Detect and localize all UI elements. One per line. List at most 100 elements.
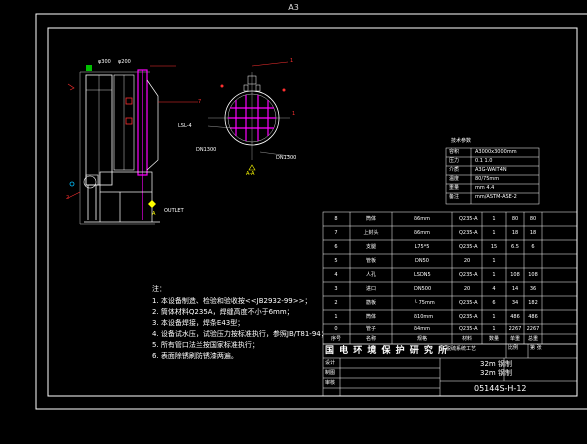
bom-cell: 18 (529, 230, 537, 236)
spec-row-value: mm 4.4 (475, 185, 495, 191)
spec-row-key: 温度 (449, 176, 460, 182)
bom-cell: 18 (511, 230, 519, 236)
bom-cell: 1 (492, 314, 496, 320)
leader-7: 7 (198, 99, 202, 105)
notes-title: 注： (152, 285, 166, 293)
callout-lsl: LSL-4 (178, 123, 192, 129)
bom-header-cell: 总重 (527, 336, 538, 342)
bom-cell: 3 (334, 286, 338, 292)
leader-1: 1 (290, 58, 294, 64)
spec-row-value: 0.1 1.0 (475, 158, 493, 164)
bom-cell: δ6mm (414, 216, 430, 222)
bom-cell: 6 (492, 300, 496, 306)
bom-cell: 1 (334, 314, 338, 320)
bom-cell: Q235-A (459, 326, 478, 332)
role-draw: 制图 (325, 370, 336, 376)
bom-cell: 管板 (365, 258, 376, 264)
bom-cell: 1 (492, 230, 496, 236)
scale-label: 比例 (508, 345, 519, 351)
bom-cell: 筒体 (365, 314, 376, 320)
bom-header-cell: 规格 (416, 336, 427, 342)
bom-cell: DN500 (414, 286, 432, 292)
bom-cell: Q235-A (459, 300, 478, 306)
bom-cell: 34 (511, 300, 519, 306)
spec-row-key: 容积 (449, 149, 460, 155)
bom-cell: L75*5 (414, 244, 430, 250)
bom-cell: 进口 (365, 286, 376, 292)
note-line: 1. 本设备制造、检验和验收按<<JB2932-99>>； (152, 297, 312, 305)
bom-cell: 2 (334, 300, 338, 306)
spec-row-key: 备注 (449, 194, 460, 200)
spec-row-value: 80/75mm (475, 176, 500, 182)
product-line-2: 32m 钢制 (480, 369, 512, 377)
bom-cell: 6.5 (511, 244, 519, 250)
bom-header-cell: 名称 (365, 336, 376, 342)
bom-header-cell: 材料 (461, 336, 472, 342)
bom-cell: 上封头 (363, 230, 379, 236)
bom-cell: 486 (510, 314, 520, 320)
sheet-label: 第 张 (530, 345, 542, 351)
bom-cell: 0 (334, 326, 338, 332)
bom-cell: 80 (511, 216, 519, 222)
bom-cell: 8 (334, 216, 338, 222)
bom-header-cell: 单重 (509, 336, 520, 342)
bom-cell: 1 (492, 272, 496, 278)
bom-cell: 4 (492, 286, 496, 292)
bom-cell: 2267 (508, 326, 522, 332)
note-line: 2. 筒体材料Q235A，焊缝高度不小于6mm； (152, 308, 294, 316)
section-marker: 1 (292, 111, 296, 117)
section-dim-1: DN1300 (196, 147, 217, 153)
org-name: 国 电 环 境 保 护 研 究 所 (325, 346, 449, 356)
bom-cell: 6 (531, 244, 535, 250)
bom-cell: 人孔 (365, 272, 376, 278)
bom-cell: 80 (529, 216, 537, 222)
note-line: 4. 设备试水压，试验压力按标准执行，参照JB/T81-94； (152, 330, 328, 338)
outer-border (35, 13, 587, 410)
bom-cell: 5 (334, 258, 338, 264)
product-line-1: 32m 钢制 (480, 360, 512, 368)
note-line: 3. 本设备焊接，焊条E43型； (152, 319, 245, 327)
bom-cell: 2267 (526, 326, 540, 332)
spec-row-value: A3000x3000mm (475, 149, 517, 155)
spec-title: 技术参数 (451, 138, 472, 144)
bom-cell: └ 75mm (414, 300, 435, 306)
bom-cell: DN50 (415, 258, 429, 264)
note-line: 6. 表面除锈刷防锈漆两遍。 (152, 352, 238, 360)
bom-cell: δ10mm (414, 314, 434, 320)
bom-header-cell: 数量 (488, 336, 499, 342)
front-view (67, 65, 198, 225)
bom-cell: Q235-A (459, 272, 478, 278)
callout-outlet: OUTLET (164, 208, 184, 214)
spec-row-value: mm/ASTM-ASE-2 (475, 194, 517, 200)
spec-row-key: 压力 (449, 158, 460, 164)
spec-row-key: 介质 (449, 167, 460, 173)
bom-cell: 486 (528, 314, 538, 320)
bom-cell: 15 (490, 244, 498, 250)
bom-cell: 6 (334, 244, 338, 250)
bom-cell: 1 (492, 258, 496, 264)
bom-cell: 筒体 (365, 216, 376, 222)
drawing-number: 05144S-H-12 (474, 384, 527, 393)
bom-cell: 20 (463, 258, 471, 264)
org-sub: 脱硫系统工艺 (446, 346, 477, 352)
bom-cell: 20 (463, 286, 471, 292)
bom-cell: 管子 (365, 326, 376, 332)
front-dim-2: φ200 (118, 59, 131, 65)
bom-cell: 108 (528, 272, 538, 278)
section-view (207, 61, 291, 171)
bom-cell: 1 (492, 326, 496, 332)
bom-cell: Q235-A (459, 244, 478, 250)
bom-cell: 14 (511, 286, 519, 292)
bom-cell: 182 (528, 300, 538, 306)
leader-2: 2 (66, 195, 70, 201)
front-dim-1: φ300 (98, 59, 111, 65)
view-marker-a: A (152, 211, 156, 217)
bom-cell: 筋板 (365, 300, 376, 306)
bom-cell: Q235-A (459, 230, 478, 236)
bom-cell: Q235-A (459, 314, 478, 320)
bom-cell: 36 (529, 286, 537, 292)
bom-cell: δ6mm (414, 230, 430, 236)
spec-row-value: A3G-WAIT4N (475, 167, 507, 173)
bom-cell: 7 (334, 230, 338, 236)
bom-cell: LSDN5 (414, 272, 431, 278)
